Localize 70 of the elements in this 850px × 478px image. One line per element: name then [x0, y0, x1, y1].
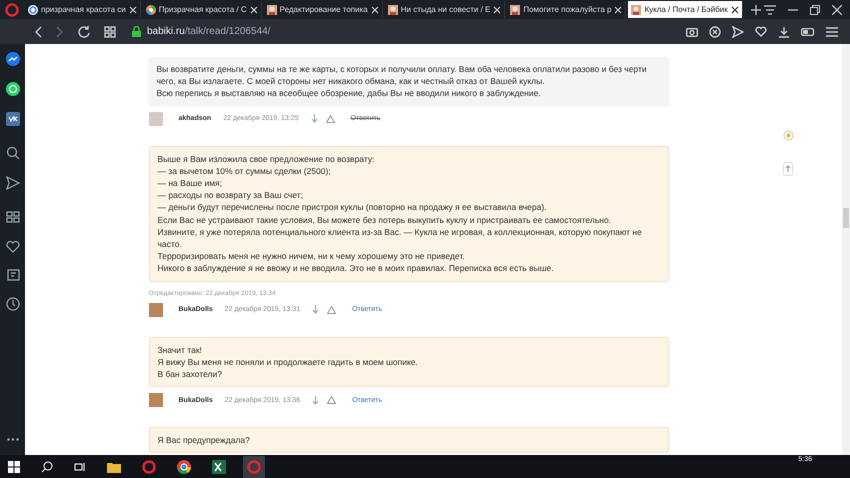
restore-icon[interactable]: [810, 4, 820, 14]
spreadsheet-icon[interactable]: [212, 460, 226, 474]
comment-text: Если Вас не устраивают такие условия, Вы можете без потерь выкупить куклу и пристраивать ее самостоятельно.: [158, 214, 612, 226]
avatar-image: [148, 393, 162, 408]
doll-favicon-icon: [266, 4, 277, 14]
windows-start-icon[interactable]: [8, 460, 20, 472]
search-icon[interactable]: [6, 146, 20, 160]
forward-icon: [56, 26, 64, 38]
chrome-icon[interactable]: [177, 460, 191, 474]
comment-text: Значит так!: [158, 344, 203, 356]
send-icon[interactable]: [732, 26, 744, 38]
colorful-wheel-icon: [146, 4, 156, 14]
warning-icon[interactable]: [327, 396, 336, 404]
warning-icon[interactable]: [326, 114, 335, 123]
vk-icon[interactable]: [6, 112, 20, 126]
loading-spinner-icon: [783, 130, 794, 141]
scrollbar-thumb[interactable]: [843, 208, 849, 228]
task-view-icon[interactable]: [74, 460, 86, 472]
scroll-up-icon[interactable]: [783, 162, 793, 176]
back-icon[interactable]: [34, 26, 42, 38]
reload-icon[interactable]: [78, 26, 90, 38]
messenger-icon[interactable]: [6, 52, 20, 66]
heart-icon[interactable]: [755, 26, 767, 37]
comment-text: Извините, я уже потеряла потенциального клиента из-за Вас. — Кукла не игровая, а коллекционная, которую покупают не часто.: [158, 226, 643, 250]
doll-favicon-icon: [388, 4, 398, 14]
comment-text: Я вижу Вы меня не поняли и продолжаете гадить в моем шопике.: [158, 356, 419, 368]
comment-text: В бан захотели?: [158, 368, 223, 380]
avatar-image: [148, 112, 162, 126]
comment-text: Никого в заблуждение я не ввожу и не вводила. Это не в моих правилах. Переписка вся есть выше.: [158, 262, 555, 275]
comment-text: Терроризировать меня не нужно ничем, ни к чему хорошему это не приведет.: [158, 250, 466, 262]
news-icon[interactable]: [6, 269, 20, 281]
opera-logo-icon[interactable]: [5, 2, 19, 16]
close-icon[interactable]: [730, 6, 739, 14]
folder-icon[interactable]: [107, 460, 121, 472]
comment-text: Всю перепись я выставляю на всеобщее обозрение, дабы Вы не вводили никого в заблуждение.: [156, 87, 542, 100]
menu-icon[interactable]: [826, 26, 838, 36]
heart-icon[interactable]: [6, 240, 20, 253]
comment-text: Вы возвратите деньги, суммы на те же карты, с которых и получили оплату. Вам оба человека оплатили разово и без черти чего, ка Вы излагаете. С моей стороны нет никакого обмана, как и честный отказ от Вашей куклы.: [156, 63, 648, 88]
download-icon[interactable]: [778, 26, 790, 38]
doll-favicon-icon: [510, 4, 520, 14]
camera-icon[interactable]: [686, 26, 698, 37]
blocker-icon[interactable]: [709, 26, 721, 38]
comment-text: — расходы по возврату за Ваш счет;: [158, 189, 304, 202]
browser-tab[interactable]: призрачная красота си: [25, 1, 141, 18]
url-field[interactable]: babiki.ru/talk/read/1206544/: [147, 26, 270, 37]
comment-text: — на Ваше имя;: [158, 177, 224, 190]
opera-icon[interactable]: [142, 460, 156, 474]
avatar-image: [148, 302, 162, 317]
browser-tab[interactable]: Ни стыда ни совести / Е: [384, 1, 506, 18]
new-tab-icon[interactable]: [750, 4, 761, 14]
browser-tab[interactable]: Помогите пожалуйста р: [507, 1, 626, 18]
comment-text: Я Вас предупреждала?: [158, 434, 251, 446]
browser-tab[interactable]: Кукла / Почта / Бэйбик: [628, 1, 743, 18]
more-icon[interactable]: [6, 438, 18, 441]
comment-text: — деньги будут перечислены после пристроя куклы (повторно на продажу я ее выставила вчера).: [158, 201, 548, 214]
grid-icon[interactable]: [104, 26, 116, 38]
browser-tab[interactable]: Редактирование топика: [264, 1, 383, 18]
warning-icon[interactable]: [327, 306, 336, 314]
tab-menu-icon[interactable]: [764, 4, 776, 14]
comment-text: Выше я Вам изложила свое предложение по возврату:: [158, 152, 376, 165]
grid-icon[interactable]: [6, 210, 20, 224]
scrollbar[interactable]: [842, 44, 850, 455]
clock-icon[interactable]: [6, 297, 20, 311]
lock-icon: [132, 26, 141, 37]
search-icon[interactable]: [41, 460, 53, 472]
doll-favicon-icon: [631, 4, 642, 14]
battery-icon[interactable]: [801, 28, 815, 36]
comment-text: — за вычетом 10% от суммы сделки (2500);: [158, 164, 332, 178]
send-icon[interactable]: [6, 176, 20, 190]
browser-tab[interactable]: Призрачная красота / С: [142, 1, 262, 18]
